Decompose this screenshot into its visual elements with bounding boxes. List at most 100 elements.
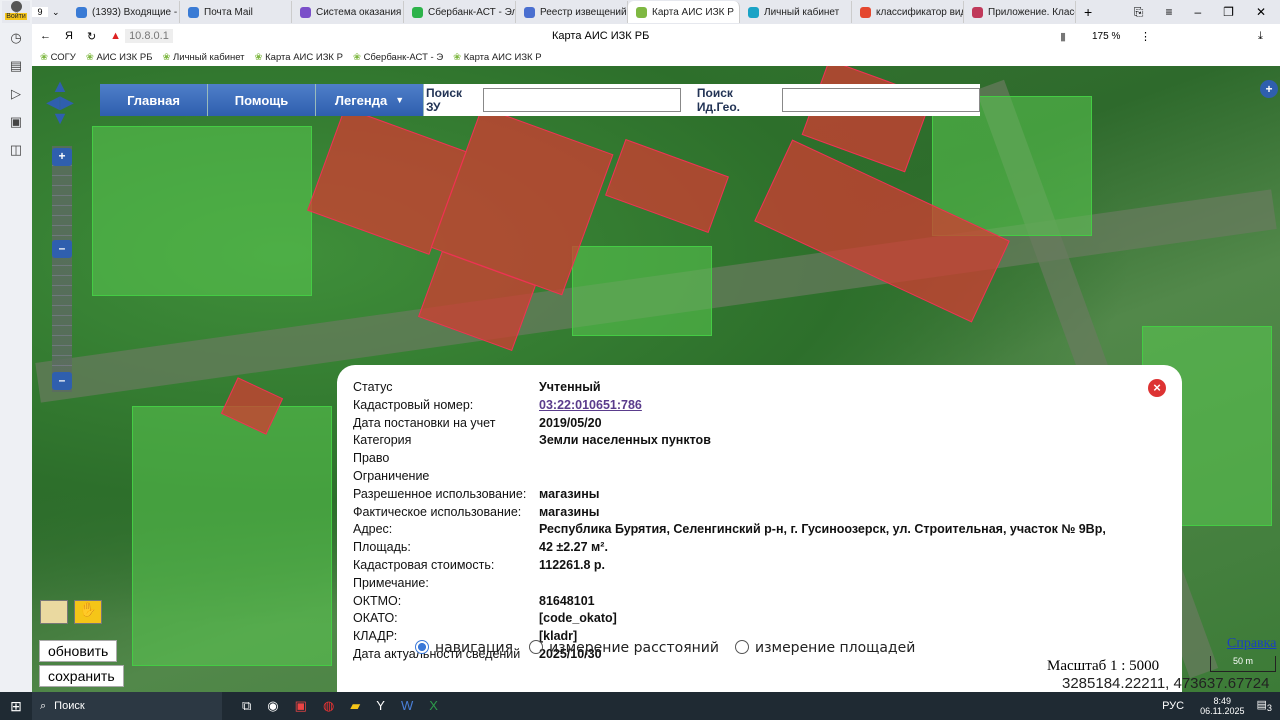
more-icon[interactable]: ⋮ [1140, 30, 1151, 43]
restore-icon[interactable]: ❐ [1223, 5, 1234, 20]
field-label: Разрешенное использование: [353, 486, 527, 501]
favicon-icon [188, 6, 199, 18]
mode-option[interactable]: измерение расстояний [529, 640, 719, 656]
word-icon[interactable]: W [401, 698, 413, 714]
field-label: ОКАТО: [353, 611, 398, 626]
language-indicator[interactable]: РУС [1162, 700, 1184, 712]
tab[interactable]: Карта АИС ИЗК Р× [628, 1, 740, 23]
coordinates: 3285184.22211, 473637.67724 [1062, 675, 1270, 692]
collections-icon[interactable]: ▤ [10, 58, 22, 74]
zoom-level[interactable]: 175 % [1092, 31, 1120, 42]
history-icon[interactable]: ◷ [10, 30, 21, 46]
tab[interactable]: Приложение. Класс [964, 1, 1076, 23]
back-icon[interactable]: ← [40, 30, 51, 42]
task-view-icon[interactable]: ⧉ [242, 698, 251, 714]
favicon-icon [748, 6, 759, 18]
minimize-icon[interactable]: – [1194, 5, 1201, 20]
top-menu: Главная Помощь Легенда ▼ [100, 84, 424, 116]
cadastral-number-link[interactable]: 03:22:010651:786 [539, 398, 642, 412]
yandex-icon[interactable]: Я [65, 30, 73, 42]
bookmark-item[interactable]: ❀ Карта АИС ИЗК Р [255, 52, 343, 63]
clock-date[interactable]: 06.11.2025 [1200, 706, 1244, 716]
tab[interactable]: Система оказания г [292, 1, 404, 23]
page-title: Карта АИС ИЗК РБ [552, 30, 650, 42]
close-window-icon[interactable]: ✕ [1256, 5, 1266, 20]
bookmark-item[interactable]: ❀ АИС ИЗК РБ [86, 52, 153, 63]
layers-plus-icon[interactable]: + [1260, 80, 1278, 98]
app-icon[interactable]: ◍ [323, 698, 334, 714]
search-zu-input[interactable] [483, 88, 681, 112]
tab-list-chevron-icon[interactable]: ⌄ [52, 7, 68, 18]
bookmark-item[interactable]: ❀ Личный кабинет [162, 52, 244, 63]
field-label: Ограничение [353, 469, 430, 483]
bookmark-item[interactable]: ❀ Сбербанк-АСТ - Э [353, 52, 443, 63]
pan-hand-icon[interactable]: ✋ [74, 600, 102, 624]
excel-icon[interactable]: X [429, 698, 438, 714]
menu-help[interactable]: Помощь [208, 84, 316, 116]
field-label: Статус [353, 380, 393, 394]
folder-icon[interactable]: ▰ [350, 698, 360, 714]
downloads-icon[interactable]: ⤓ [1258, 30, 1263, 43]
reload-icon[interactable]: ↻ [87, 30, 96, 43]
url-field[interactable]: 10.8.0.1 [125, 29, 173, 43]
tab-label: Реестр извещений [540, 6, 627, 18]
avatar-icon [10, 1, 22, 12]
menu-home[interactable]: Главная [100, 84, 208, 116]
calendar-icon[interactable]: ▣ [10, 114, 22, 130]
bookmark-favicon-icon: ❀ [85, 51, 94, 63]
mode-label: измерение площадей [754, 640, 916, 656]
field-label: КЛАДР: [353, 629, 398, 644]
clock-time[interactable]: 8:49 [1200, 696, 1244, 706]
tab-count[interactable]: 9 [32, 7, 48, 17]
save-button[interactable]: сохранить [39, 665, 124, 687]
radio-button[interactable] [415, 640, 429, 654]
pdf-icon[interactable]: ▣ [295, 698, 307, 714]
zoom-handle[interactable]: – [52, 240, 72, 258]
warning-icon: ▲ [110, 30, 122, 42]
screenshot-icon[interactable]: ◫ [10, 142, 22, 158]
menu-icon[interactable]: ≡ [1165, 5, 1172, 20]
field-label: Адрес: [353, 522, 393, 537]
close-icon[interactable]: × [1148, 379, 1166, 397]
field-value: магазины [539, 504, 600, 519]
radio-button[interactable] [734, 640, 749, 654]
bookmarks-bar: ❀ СОГУ ❀ АИС ИЗК РБ ❀ Личный кабинет ❀ Карт… [32, 48, 1280, 66]
login-button[interactable]: Войти [2, 1, 30, 23]
help-link[interactable]: Справка [1227, 636, 1276, 652]
bookmark-icon[interactable]: ▮ [1060, 30, 1066, 43]
pan-down-icon[interactable]: ▼ [38, 109, 82, 127]
tab[interactable]: Личный кабинет [740, 1, 852, 23]
tab[interactable]: Реестр извещений [516, 1, 628, 23]
radio-button[interactable] [529, 640, 544, 654]
address-bar: ← Я ↻ ▲ 10.8.0.1 Карта АИС ИЗК РБ ▮ 175 … [32, 24, 1280, 48]
zoom-slider[interactable] [52, 146, 72, 392]
zoom-in-button[interactable]: + [52, 148, 72, 166]
bookmark-label: СОГУ [50, 51, 76, 63]
bookmark-favicon-icon: ❀ [254, 51, 263, 63]
chrome-icon[interactable]: ◉ [267, 698, 278, 714]
zoom-out-button[interactable]: – [52, 372, 72, 390]
tab[interactable]: классификатор вид [852, 1, 964, 23]
notifications-icon[interactable]: ▤3 [1257, 698, 1273, 713]
draw-polygon-icon[interactable] [40, 600, 68, 624]
mode-option[interactable]: навигация [415, 640, 513, 656]
menu-legend[interactable]: Легенда ▼ [316, 84, 424, 116]
bookmark-item[interactable]: ❀ Карта АИС ИЗК Р [453, 52, 541, 63]
start-icon[interactable]: ⊞ [0, 698, 32, 715]
play-icon[interactable]: ▷ [11, 86, 21, 102]
taskbar-search[interactable]: ⌕ Поиск [32, 692, 222, 720]
tab[interactable]: Почта Mail [180, 1, 292, 23]
search-geo-input[interactable] [782, 88, 980, 112]
refresh-button[interactable]: обновить [39, 640, 118, 662]
bookmark-favicon-icon: ❀ [352, 51, 361, 63]
bookmarks-icon[interactable]: ⎘ [1134, 5, 1144, 20]
mode-option[interactable]: измерение площадей [734, 640, 916, 656]
yandex-browser-icon[interactable]: Y [376, 698, 385, 714]
tab-label: классификатор вид [876, 6, 964, 18]
new-tab-button[interactable]: + [1084, 4, 1092, 20]
field-value: 81648101 [539, 593, 595, 608]
bookmark-item[interactable]: ❀ СОГУ [40, 52, 76, 63]
tab[interactable]: (1393) Входящие - П [68, 1, 180, 23]
field-label: ОКТМО: [353, 593, 402, 608]
tab[interactable]: Сбербанк-АСТ - Эл [404, 1, 516, 23]
